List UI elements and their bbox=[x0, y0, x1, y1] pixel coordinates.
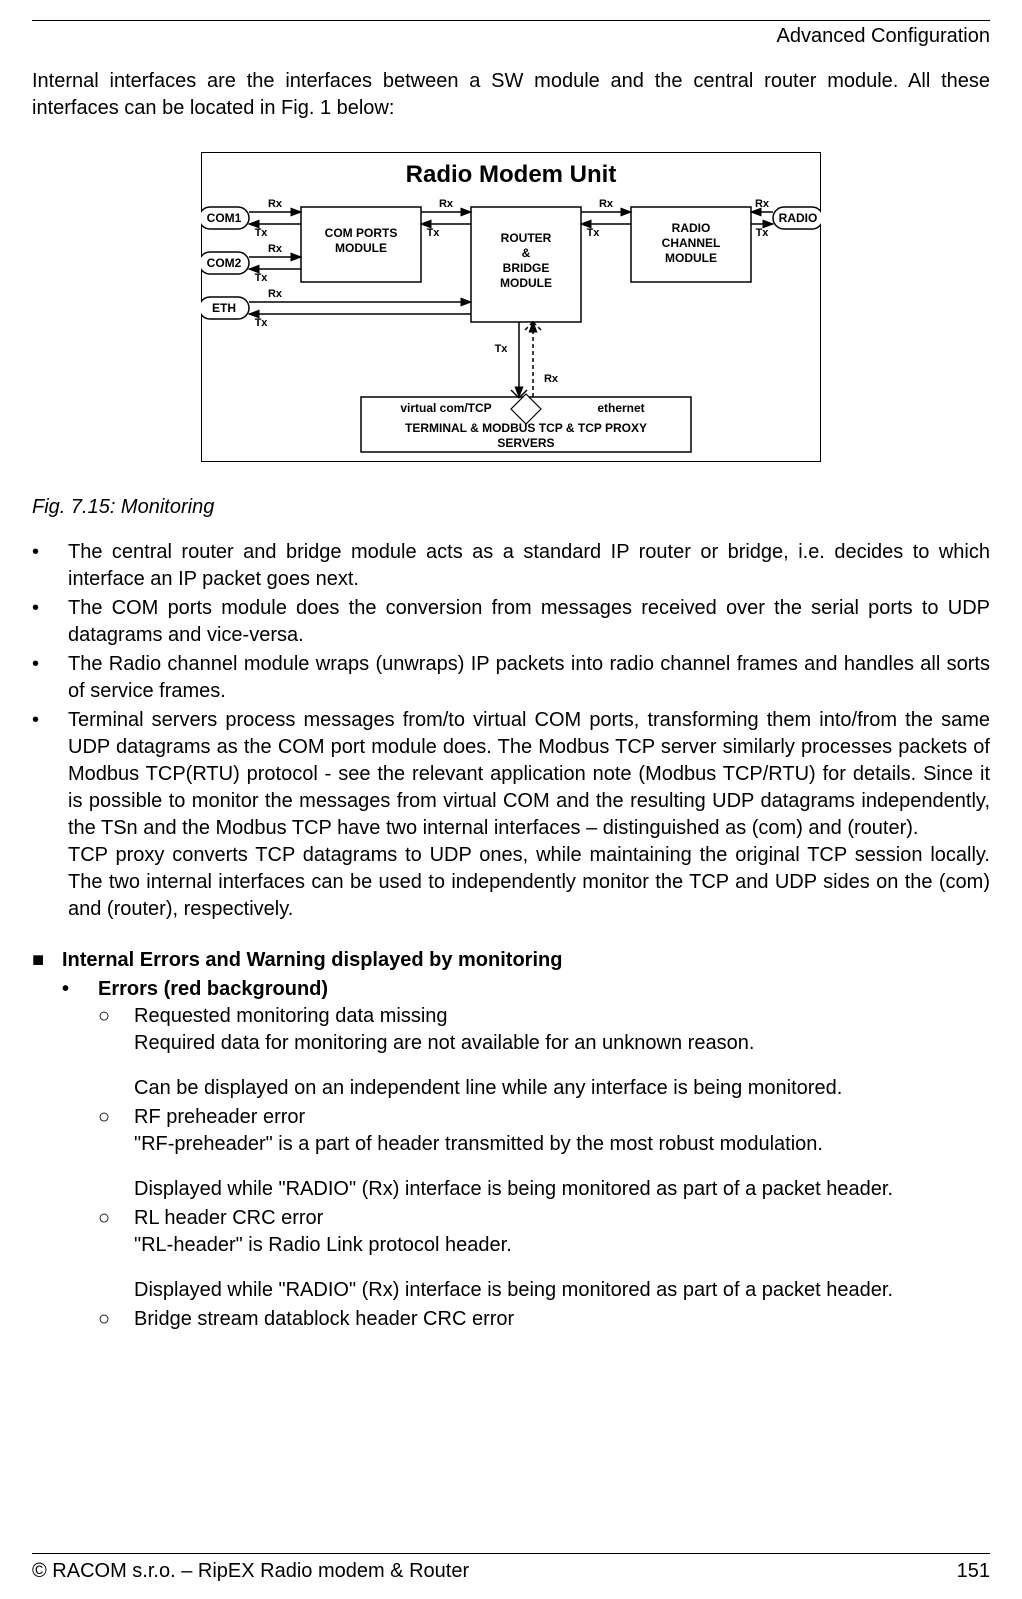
svg-text:ethernet: ethernet bbox=[597, 401, 644, 415]
svg-text:Rx: Rx bbox=[268, 198, 283, 210]
svg-text:Tx: Tx bbox=[495, 343, 509, 355]
svg-text:COM1: COM1 bbox=[207, 211, 242, 225]
figure-diagram: Radio Modem Unit COM1 COM2 ETH RADIO COM… bbox=[32, 152, 990, 462]
subsection-heading: •Errors (red background) bbox=[62, 976, 990, 1003]
svg-text:MODULE: MODULE bbox=[500, 276, 552, 290]
svg-text:RADIO: RADIO bbox=[672, 221, 711, 235]
svg-text:Rx: Rx bbox=[544, 373, 559, 385]
svg-text:Tx: Tx bbox=[587, 227, 601, 239]
svg-text:ROUTER: ROUTER bbox=[501, 231, 552, 245]
svg-text:Tx: Tx bbox=[255, 272, 269, 284]
section-heading: ■Internal Errors and Warning displayed b… bbox=[32, 947, 990, 974]
svg-text:Rx: Rx bbox=[755, 198, 770, 210]
svg-text:Tx: Tx bbox=[255, 317, 269, 329]
figure-title: Radio Modem Unit bbox=[406, 161, 617, 188]
svg-text:COM2: COM2 bbox=[207, 256, 242, 270]
page-number: 151 bbox=[957, 1560, 990, 1583]
footer-left: © RACOM s.r.o. – RipEX Radio modem & Rou… bbox=[32, 1560, 469, 1583]
svg-text:Rx: Rx bbox=[599, 198, 614, 210]
svg-text:Tx: Tx bbox=[756, 227, 770, 239]
svg-text:Rx: Rx bbox=[268, 243, 283, 255]
svg-text:MODULE: MODULE bbox=[335, 241, 387, 255]
svg-text:Tx: Tx bbox=[255, 227, 269, 239]
svg-text:CHANNEL: CHANNEL bbox=[662, 236, 721, 250]
svg-text:Rx: Rx bbox=[268, 288, 283, 300]
bullet-list: •The central router and bridge module ac… bbox=[32, 539, 990, 923]
svg-text:virtual com/TCP: virtual com/TCP bbox=[400, 401, 491, 415]
svg-text:SERVERS: SERVERS bbox=[497, 436, 554, 450]
svg-text:MODULE: MODULE bbox=[665, 251, 717, 265]
figure-caption: Fig. 7.15: Monitoring bbox=[32, 496, 990, 519]
error-list: ○Requested monitoring data missing Requi… bbox=[98, 1003, 990, 1333]
svg-text:RADIO: RADIO bbox=[779, 211, 818, 225]
page-header: Advanced Configuration bbox=[32, 25, 990, 48]
svg-text:ETH: ETH bbox=[212, 301, 236, 315]
svg-text:Rx: Rx bbox=[439, 198, 454, 210]
intro-paragraph: Internal interfaces are the interfaces b… bbox=[32, 68, 990, 122]
svg-text:&: & bbox=[522, 246, 531, 260]
svg-text:Tx: Tx bbox=[427, 227, 441, 239]
svg-text:COM PORTS: COM PORTS bbox=[325, 226, 398, 240]
svg-text:BRIDGE: BRIDGE bbox=[503, 261, 550, 275]
